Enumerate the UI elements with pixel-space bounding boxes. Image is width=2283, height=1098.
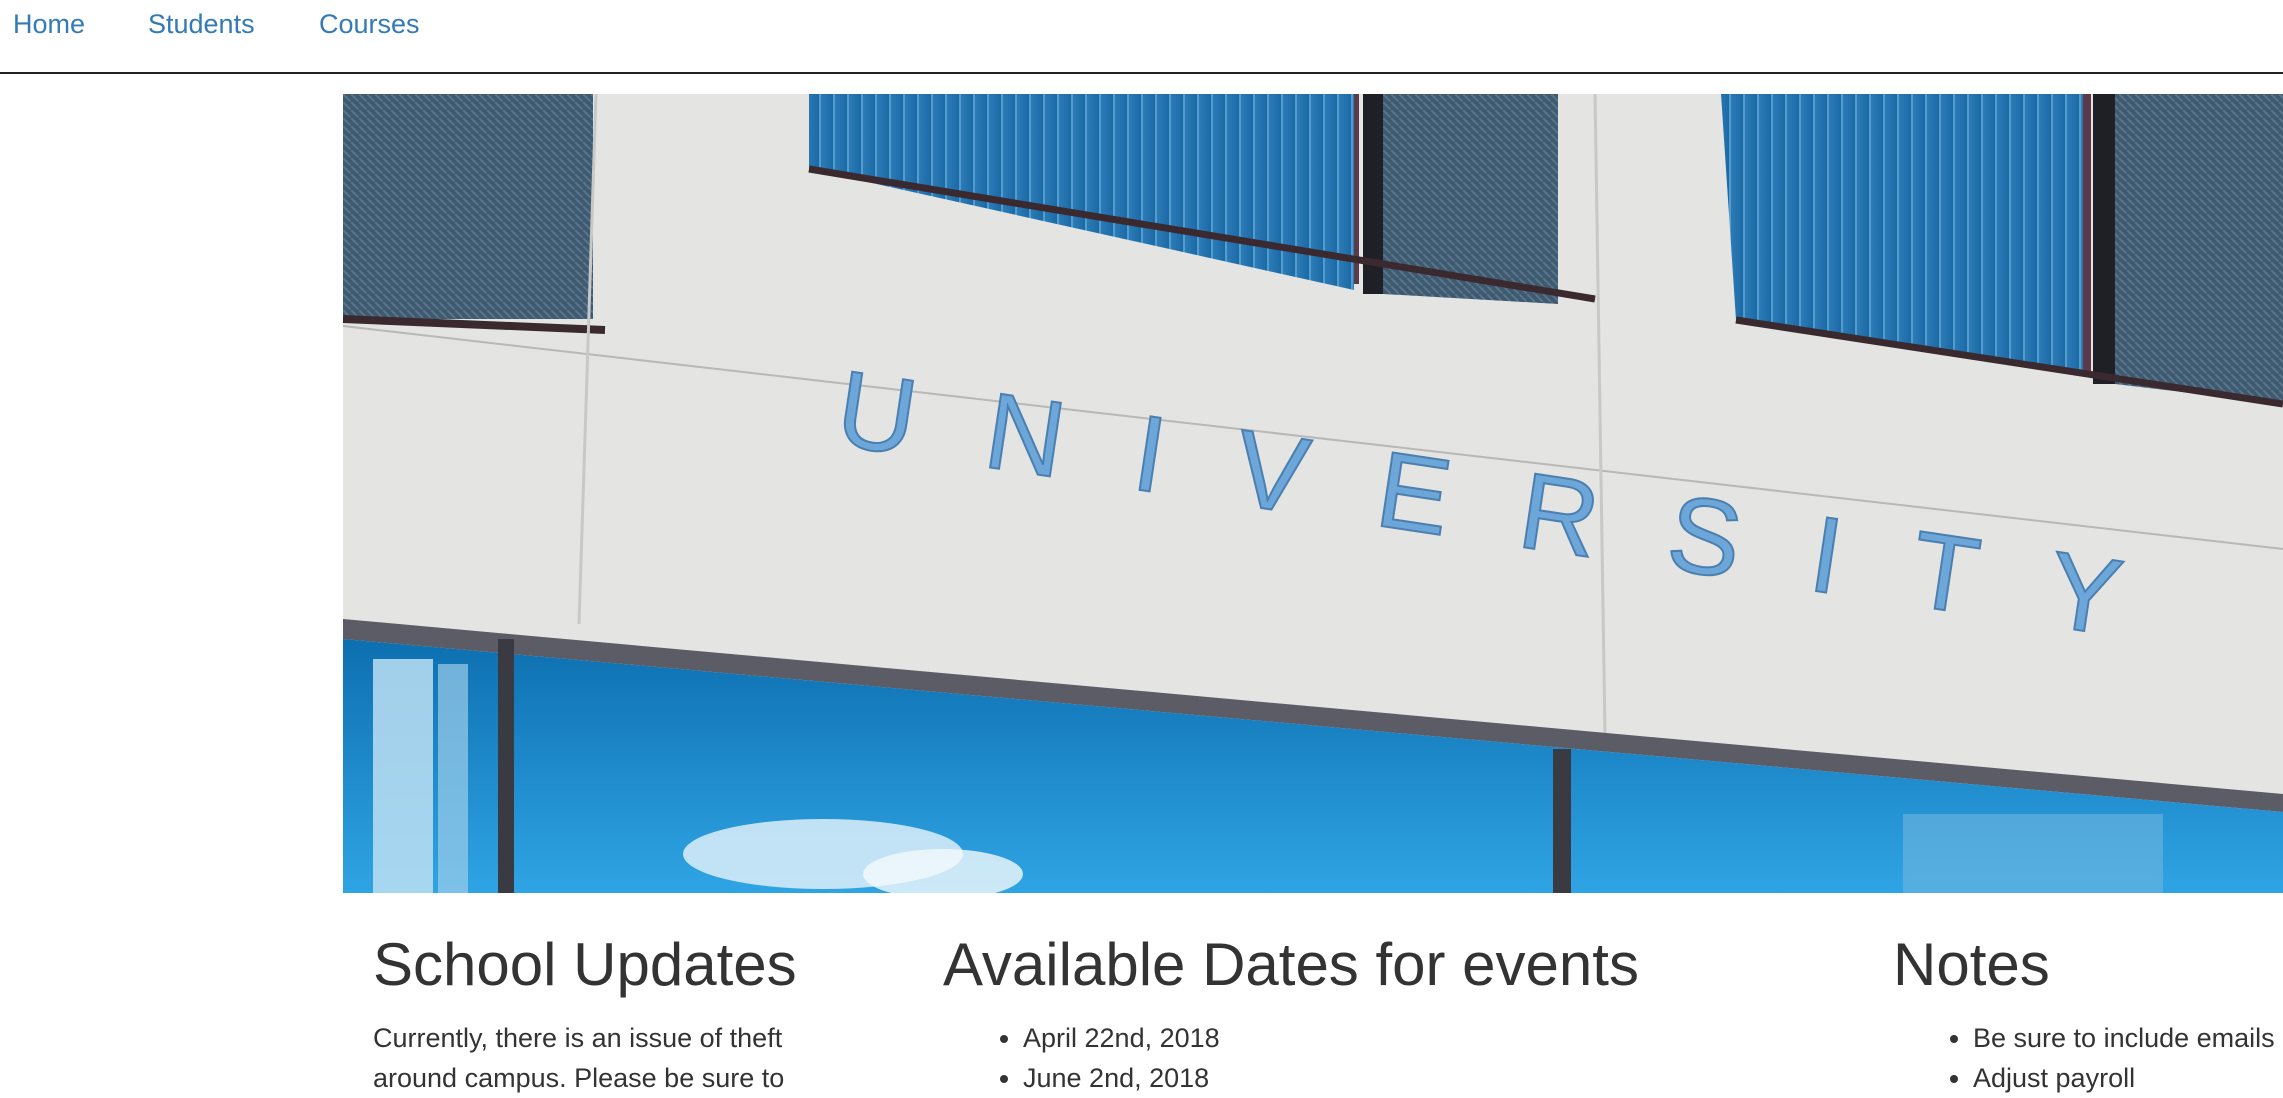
dates-list: April 22nd, 2018 June 2nd, 2018 (943, 1018, 1763, 1098)
list-item: April 22nd, 2018 (1023, 1018, 1763, 1058)
notes-heading: Notes (1893, 931, 2050, 998)
available-dates-heading: Available Dates for events (943, 931, 1639, 998)
notes-section: Notes Be sure to include emails Adjust p… (1893, 930, 2283, 1098)
school-updates-section: School Updates Currently, there is an is… (373, 930, 833, 1098)
list-item: Be sure to include emails (1973, 1018, 2283, 1058)
list-item: Adjust payroll (1973, 1058, 2283, 1098)
nav-link-courses[interactable]: Courses (319, 8, 420, 40)
school-updates-heading: School Updates (373, 931, 797, 998)
notes-list: Be sure to include emails Adjust payroll (1893, 1018, 2283, 1098)
nav-link-home[interactable]: Home (13, 8, 85, 40)
school-updates-text: Currently, there is an issue of theft ar… (373, 1023, 785, 1093)
nav-link-students[interactable]: Students (148, 8, 255, 40)
list-item: June 2nd, 2018 (1023, 1058, 1763, 1098)
available-dates-section: Available Dates for events April 22nd, 2… (943, 930, 1763, 1098)
top-navigation: Home Students Courses (0, 0, 2283, 74)
hero-image: UNIVERSITY (343, 94, 2283, 893)
